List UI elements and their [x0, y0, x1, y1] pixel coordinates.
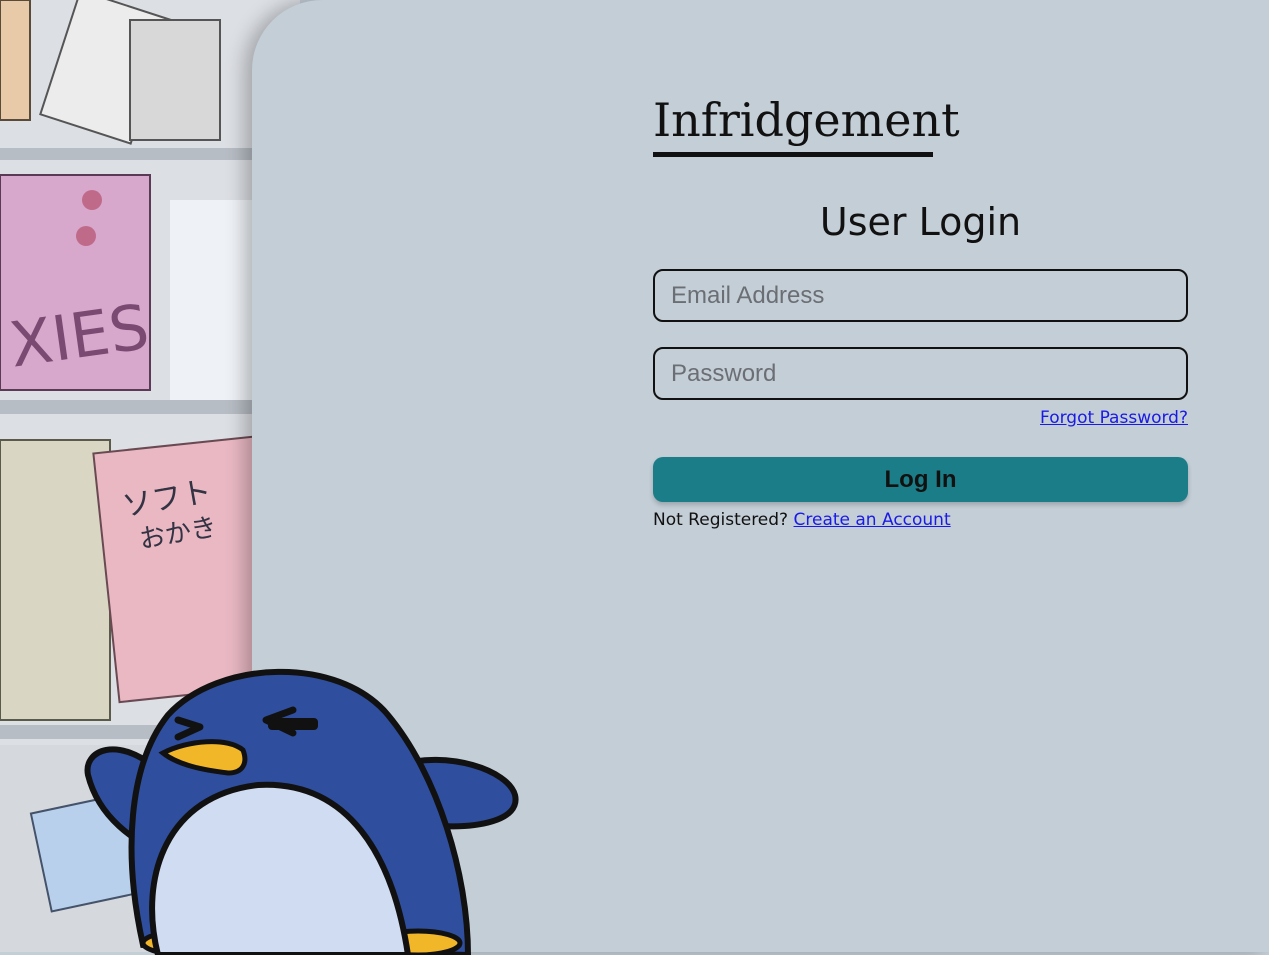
- register-row: Not Registered? Create an Account: [653, 510, 1188, 530]
- app-title: Infridgement: [653, 90, 960, 157]
- register-prompt: Not Registered?: [653, 510, 789, 530]
- create-account-link[interactable]: Create an Account: [794, 510, 951, 530]
- penguin-mascot-icon: [84, 668, 519, 955]
- login-button[interactable]: Log In: [653, 457, 1188, 502]
- forgot-password-row: Forgot Password?: [653, 408, 1188, 436]
- login-heading: User Login: [819, 200, 1022, 244]
- email-field[interactable]: [653, 269, 1188, 322]
- password-field[interactable]: [653, 347, 1188, 400]
- forgot-password-link[interactable]: Forgot Password?: [1040, 408, 1188, 428]
- login-form: Infridgement User Login Forgot Password?…: [653, 90, 1188, 530]
